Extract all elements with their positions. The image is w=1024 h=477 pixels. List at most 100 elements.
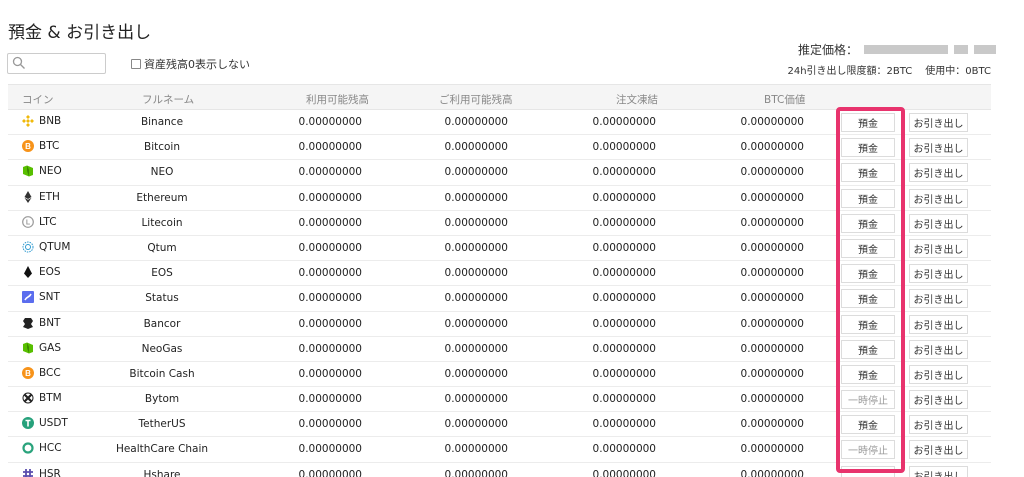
coin-symbol: BNT (39, 316, 61, 329)
withdraw-button[interactable]: お引き出し (909, 113, 968, 132)
withdraw-button[interactable]: お引き出し (909, 213, 968, 233)
col-fullname: フルネーム (142, 94, 195, 106)
withdraw-button[interactable]: お引き出し (909, 339, 968, 359)
coin-cell: BNT (22, 317, 60, 329)
withdraw-button[interactable]: お引き出し (909, 415, 968, 435)
hide-zero-label: 資産残高0表示しない (144, 58, 250, 71)
coin-symbol: EOS (39, 266, 61, 279)
deposit-button[interactable]: 預金 (841, 138, 895, 158)
withdraw-button[interactable]: お引き出し (909, 440, 968, 460)
bnt-icon (22, 317, 34, 329)
deposit-button[interactable]: 預金 (841, 213, 895, 233)
usdt-icon (22, 417, 34, 430)
deposit-button[interactable]: 預金 (841, 314, 895, 334)
deposit-button[interactable]: 預金 (841, 339, 895, 359)
table-row: L LTC Litecoin 0.00000000 0.00000000 0.0… (8, 211, 991, 236)
coin-cell: ETH (22, 190, 60, 203)
coin-symbol: BTC (39, 140, 60, 153)
your-available-balance: 0.00000000 (444, 418, 508, 431)
available-balance: 0.00000000 (298, 317, 362, 330)
col-your-available: ご利用可能残高 (439, 94, 513, 106)
coin-cell: USDT (22, 417, 68, 430)
table-row: QTUM Qtum 0.00000000 0.00000000 0.000000… (8, 236, 991, 262)
btc-value: 0.00000000 (740, 342, 804, 355)
coin-cell: EOS (22, 266, 61, 279)
withdraw-button[interactable]: お引き出し (909, 289, 968, 309)
btc-value: 0.00000000 (740, 191, 804, 204)
coin-symbol: USDT (39, 417, 68, 430)
frozen-balance: 0.00000000 (592, 367, 656, 380)
svg-text:B: B (25, 142, 31, 151)
svg-text:L: L (26, 219, 31, 226)
search-input[interactable] (7, 53, 106, 74)
table-row: NEO NEO 0.00000000 0.00000000 0.00000000… (8, 160, 991, 186)
coin-fullname: Status (145, 292, 179, 305)
deposit-button[interactable]: 預金 (841, 163, 895, 183)
available-balance: 0.00000000 (298, 468, 362, 477)
bcc-icon: B (22, 366, 34, 379)
your-available-balance: 0.00000000 (444, 367, 508, 380)
your-available-balance: 0.00000000 (444, 317, 508, 330)
deposit-button[interactable]: 預金 (841, 364, 895, 384)
withdraw-button[interactable]: お引き出し (909, 163, 968, 183)
coin-symbol: SNT (39, 291, 60, 304)
table-header: コイン フルネーム 利用可能残高 ご利用可能残高 注文凍結 BTC価値 (8, 84, 991, 110)
withdraw-button[interactable]: お引き出し (909, 264, 968, 284)
estimated-value: 推定価格： (798, 41, 996, 58)
coin-fullname: Bytom (144, 393, 180, 406)
qtum-icon (22, 241, 34, 253)
available-balance: 0.00000000 (298, 241, 362, 254)
available-balance: 0.00000000 (298, 418, 362, 431)
hsr-icon (22, 468, 34, 477)
your-available-balance: 0.00000000 (444, 191, 508, 204)
withdraw-button[interactable]: お引き出し (909, 390, 968, 410)
frozen-balance: 0.00000000 (592, 166, 656, 179)
frozen-balance: 0.00000000 (592, 191, 656, 204)
btc-value: 0.00000000 (740, 443, 804, 456)
coin-cell: HSR (22, 468, 61, 477)
available-balance: 0.00000000 (298, 393, 362, 406)
withdraw-button[interactable]: お引き出し (909, 465, 968, 477)
deposit-button[interactable]: 預金 (841, 289, 895, 309)
bnb-icon (22, 115, 34, 127)
your-available-balance: 0.00000000 (444, 393, 508, 406)
deposit-button[interactable]: 預金 (841, 188, 895, 208)
coin-cell: B BTC (22, 140, 60, 153)
withdraw-button[interactable]: お引き出し (909, 238, 968, 258)
coin-cell: SNT (22, 291, 60, 304)
coin-symbol: BTM (39, 392, 62, 405)
your-available-balance: 0.00000000 (444, 216, 508, 229)
available-balance: 0.00000000 (298, 342, 362, 355)
deposit-button[interactable] (841, 465, 895, 477)
deposit-paused-button: 一時停止 (841, 390, 895, 410)
btc-value: 0.00000000 (740, 267, 804, 280)
deposit-button[interactable]: 預金 (841, 113, 895, 132)
coin-fullname: Bancor (143, 317, 181, 330)
available-balance: 0.00000000 (298, 216, 362, 229)
table-row: USDT TetherUS 0.00000000 0.00000000 0.00… (8, 412, 991, 438)
withdraw-button[interactable]: お引き出し (909, 138, 968, 158)
frozen-balance: 0.00000000 (592, 141, 656, 154)
coin-cell: GAS (22, 342, 61, 354)
col-btc-value: BTC価値 (764, 94, 806, 106)
frozen-balance: 0.00000000 (592, 267, 656, 280)
deposit-button[interactable]: 預金 (841, 415, 895, 435)
available-balance: 0.00000000 (298, 267, 362, 280)
available-balance: 0.00000000 (298, 116, 362, 128)
deposit-button[interactable]: 預金 (841, 238, 895, 258)
coin-cell: HCC (22, 442, 62, 454)
hide-zero-checkbox[interactable] (131, 59, 141, 69)
hide-zero-toggle[interactable]: 資産残高0表示しない (131, 56, 250, 72)
your-available-balance: 0.00000000 (444, 141, 508, 154)
coin-fullname: EOS (151, 267, 173, 280)
withdraw-button[interactable]: お引き出し (909, 364, 968, 384)
frozen-balance: 0.00000000 (592, 418, 656, 431)
hcc-icon (22, 442, 34, 455)
deposit-button[interactable]: 預金 (841, 264, 895, 284)
withdraw-button[interactable]: お引き出し (909, 314, 968, 334)
btc-value: 0.00000000 (740, 468, 804, 477)
your-available-balance: 0.00000000 (444, 468, 508, 477)
deposit-paused-button: 一時停止 (841, 440, 895, 460)
withdraw-button[interactable]: お引き出し (909, 188, 968, 208)
page-title: 預金 & お引き出し (8, 23, 152, 43)
